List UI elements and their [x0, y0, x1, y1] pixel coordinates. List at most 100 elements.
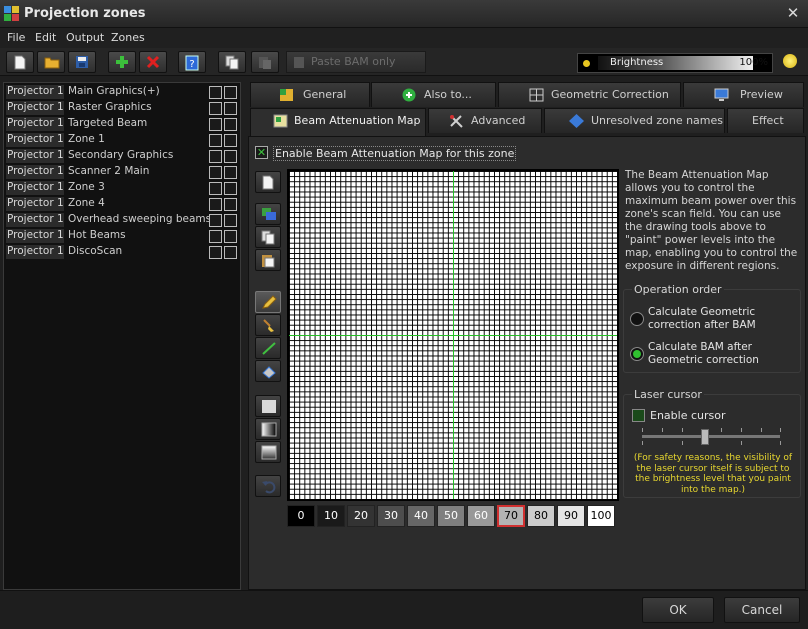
zone-checkbox[interactable] — [224, 246, 237, 259]
fill-solid-button[interactable] — [255, 395, 281, 417]
zone-checkbox[interactable] — [209, 166, 222, 179]
tab-also-to[interactable]: Also to... — [371, 82, 496, 107]
ok-button[interactable]: OK — [642, 597, 714, 623]
zone-checkbox[interactable] — [209, 102, 222, 115]
zone-row[interactable]: Projector 1 Targeted Beam — [4, 116, 240, 132]
folder-open-icon — [44, 57, 60, 69]
zone-checkbox[interactable] — [224, 102, 237, 115]
tab-preview[interactable]: Preview — [683, 82, 804, 107]
attenuation-grid[interactable] — [289, 171, 617, 499]
menu-zones[interactable]: Zones — [111, 31, 145, 44]
delete-zone-button[interactable] — [139, 51, 167, 73]
zone-row[interactable]: Projector 1 Hot Beams — [4, 228, 240, 244]
zone-checkbox[interactable] — [224, 134, 237, 147]
open-button[interactable] — [37, 51, 65, 73]
menu-output[interactable]: Output — [66, 31, 104, 44]
zone-checkbox[interactable] — [224, 182, 237, 195]
brightness-percent: 100% — [739, 57, 768, 68]
power-level-0[interactable]: 0 — [287, 505, 315, 527]
cursor-size-slider-track[interactable] — [642, 435, 780, 438]
menu-edit[interactable]: Edit — [35, 31, 56, 44]
save-button[interactable] — [68, 51, 96, 73]
zone-row[interactable]: Projector 1 DiscoScan — [4, 244, 240, 260]
radio-geometric-after-bam-label[interactable]: Calculate Geometric correction after BAM — [648, 306, 798, 332]
power-level-20[interactable]: 20 — [347, 505, 375, 527]
zone-checkbox[interactable] — [209, 150, 222, 163]
menu-file[interactable]: File — [7, 31, 25, 44]
zone-row[interactable]: Projector 1 Main Graphics(+) — [4, 84, 240, 100]
zone-checkbox[interactable] — [209, 214, 222, 227]
zone-projector: Projector 1 — [6, 149, 64, 163]
power-level-40[interactable]: 40 — [407, 505, 435, 527]
tab-geometric-correction[interactable]: Geometric Correction — [498, 82, 681, 107]
radio-geometric-after-bam[interactable] — [630, 312, 644, 326]
enable-cursor-checkbox[interactable] — [632, 409, 645, 422]
power-level-70[interactable]: 70 — [497, 505, 525, 527]
zone-checkbox[interactable] — [224, 214, 237, 227]
brightness-slider[interactable]: Brightness 100% — [577, 53, 773, 73]
fill-tool-button[interactable] — [255, 360, 281, 382]
new-button[interactable] — [6, 51, 34, 73]
laser-cursor-safety-note: (For safety reasons, the visibility of t… — [633, 453, 793, 495]
tools-icon — [450, 115, 463, 128]
pencil-tool-button[interactable] — [255, 291, 281, 313]
zone-checkbox[interactable] — [224, 150, 237, 163]
zone-checkbox[interactable] — [224, 86, 237, 99]
cursor-size-slider-thumb[interactable] — [701, 429, 709, 445]
help-button[interactable]: ? — [178, 51, 206, 73]
zone-row[interactable]: Projector 1 Overhead sweeping beams — [4, 212, 240, 228]
zone-row[interactable]: Projector 1 Zone 4 — [4, 196, 240, 212]
zone-checkbox[interactable] — [224, 118, 237, 131]
zone-row[interactable]: Projector 1 Scanner 2 Main — [4, 164, 240, 180]
power-level-50[interactable]: 50 — [437, 505, 465, 527]
zone-checkbox[interactable] — [209, 230, 222, 243]
tab-general[interactable]: General — [250, 82, 370, 107]
paste-button[interactable] — [251, 51, 279, 73]
zone-checkbox[interactable] — [224, 166, 237, 179]
add-zone-button[interactable] — [108, 51, 136, 73]
copy-button[interactable] — [218, 51, 246, 73]
zone-checkbox[interactable] — [209, 246, 222, 259]
zone-list[interactable]: Projector 1 Main Graphics(+) Projector 1 Ra… — [3, 82, 241, 590]
close-icon[interactable]: ✕ — [784, 4, 802, 22]
copy-icon — [261, 230, 275, 245]
paste-bam-only-button[interactable]: Paste BAM only — [286, 51, 426, 73]
undo-button[interactable] — [255, 475, 281, 497]
power-level-30[interactable]: 30 — [377, 505, 405, 527]
zone-checkbox[interactable] — [209, 118, 222, 131]
enable-bam-checkbox[interactable]: ✕ Enable Beam Attenuation Map for this z… — [255, 145, 517, 161]
cancel-button[interactable]: Cancel — [724, 597, 800, 623]
radio-bam-after-geometric[interactable] — [630, 347, 644, 361]
power-level-80[interactable]: 80 — [527, 505, 555, 527]
tab-beam-attenuation-map[interactable]: Beam Attenuation Map — [250, 108, 426, 136]
zone-row[interactable]: Projector 1 Zone 1 — [4, 132, 240, 148]
copy-from-zone-button[interactable] — [255, 203, 281, 225]
zone-checkbox[interactable] — [209, 198, 222, 211]
zone-row[interactable]: Projector 1 Raster Graphics — [4, 100, 240, 116]
zone-checkbox[interactable] — [224, 230, 237, 243]
radio-bam-after-geometric-label[interactable]: Calculate BAM after Geometric correction — [648, 341, 768, 367]
power-level-90[interactable]: 90 — [557, 505, 585, 527]
tab-unresolved-zone-names[interactable]: Unresolved zone names — [544, 108, 725, 133]
zone-row[interactable]: Projector 1 Secondary Graphics — [4, 148, 240, 164]
attenuation-map-canvas[interactable] — [287, 169, 619, 501]
copy-map-button[interactable] — [255, 226, 281, 248]
copy-icon — [225, 55, 239, 70]
power-level-60[interactable]: 60 — [467, 505, 495, 527]
enable-cursor-label[interactable]: Enable cursor — [650, 409, 726, 422]
power-level-10[interactable]: 10 — [317, 505, 345, 527]
power-level-100[interactable]: 100 — [587, 505, 615, 527]
zone-checkbox[interactable] — [224, 198, 237, 211]
line-tool-button[interactable] — [255, 337, 281, 359]
vertical-gradient-button[interactable] — [255, 441, 281, 463]
tab-effect[interactable]: Effect — [727, 108, 804, 133]
new-map-button[interactable] — [255, 171, 281, 193]
horizontal-gradient-button[interactable] — [255, 418, 281, 440]
paste-map-button[interactable] — [255, 249, 281, 271]
tab-advanced[interactable]: Advanced — [428, 108, 542, 133]
zone-checkbox[interactable] — [209, 134, 222, 147]
zone-checkbox[interactable] — [209, 86, 222, 99]
zone-row[interactable]: Projector 1 Zone 3 — [4, 180, 240, 196]
brush-tool-button[interactable] — [255, 314, 281, 336]
zone-checkbox[interactable] — [209, 182, 222, 195]
